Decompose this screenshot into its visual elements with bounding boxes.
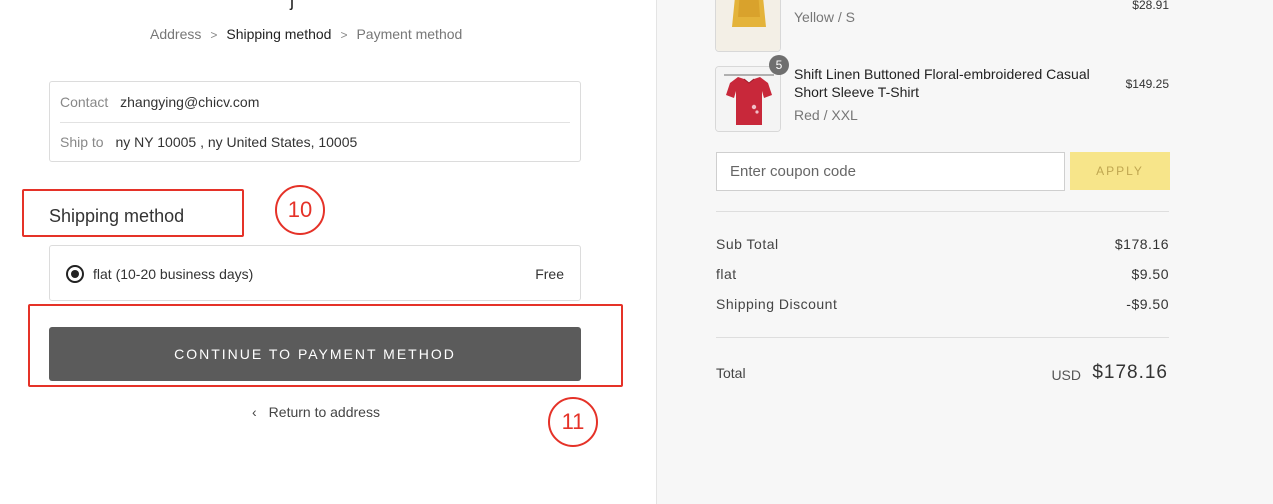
order-summary-panel: Yellow / S $28.91 5 Shift Linen Buttoned… [656,0,1273,504]
total-label: Total [716,365,746,381]
dress-image-icon [716,0,780,51]
shipping-discount-label: Shipping Discount [716,296,838,312]
chevron-right-icon: > [210,28,218,42]
cart-item-variant: Red / XXL [794,107,858,123]
contact-label: Contact [60,94,109,110]
shipping-value: $9.50 [1131,266,1169,282]
logo-fragment: j [290,0,294,10]
annotation-marker-10: 10 [275,185,325,235]
return-to-address-label: Return to address [268,404,380,420]
shipping-label: flat [716,266,737,282]
contact-value: zhangying@chicv.com [120,94,260,110]
breadcrumb: Address > Shipping method > Payment method [150,26,462,42]
cart-item-name: Shift Linen Buttoned Floral-embroidered … [794,66,1090,100]
cart-item-price: $149.25 [1125,77,1169,91]
product-thumbnail [715,66,781,132]
divider [60,122,570,123]
return-to-address-link[interactable]: ‹ Return to address [252,404,380,420]
ship-to-label: Ship to [60,134,104,150]
product-thumbnail [715,0,781,52]
annotation-box-11 [28,304,623,387]
ship-to-row: Ship to ny NY 10005 , ny United States, … [60,134,357,150]
total-amount: $178.16 [1092,362,1168,383]
checkout-form-panel: j Address > Shipping method > Payment method… [0,0,656,504]
subtotal-label: Sub Total [716,236,779,252]
contact-row: Contact zhangying@chicv.com [60,94,259,110]
coupon-code-input[interactable] [716,152,1065,191]
annotation-box-10 [22,189,244,237]
ship-to-value: ny NY 10005 , ny United States, 10005 [115,134,358,150]
cart-item-variant: Yellow / S [794,9,855,25]
divider [716,337,1169,338]
chevron-right-icon: > [340,28,348,42]
total-currency: USD [1051,367,1081,383]
quantity-badge: 5 [769,55,789,75]
divider [716,211,1169,212]
breadcrumb-shipping-method: Shipping method [226,26,332,42]
shipping-option-radio[interactable] [66,265,84,283]
cart-item-price: $28.91 [1132,0,1169,12]
breadcrumb-address[interactable]: Address [150,26,201,42]
shipping-option[interactable]: flat (10-20 business days) Free [49,245,581,301]
contact-summary-box: Contact zhangying@chicv.com Ship to ny N… [49,81,581,162]
breadcrumb-payment-method: Payment method [356,26,463,42]
shipping-discount-value: -$9.50 [1126,296,1169,312]
radio-selected-dot [71,270,79,278]
chevron-left-icon: ‹ [252,404,257,420]
subtotal-value: $178.16 [1114,236,1169,252]
shipping-option-price: Free [535,266,564,282]
apply-coupon-button[interactable]: APPLY [1070,152,1170,190]
shipping-option-label: flat (10-20 business days) [93,266,254,282]
annotation-marker-11: 11 [548,397,598,447]
tshirt-image-icon [716,67,780,131]
